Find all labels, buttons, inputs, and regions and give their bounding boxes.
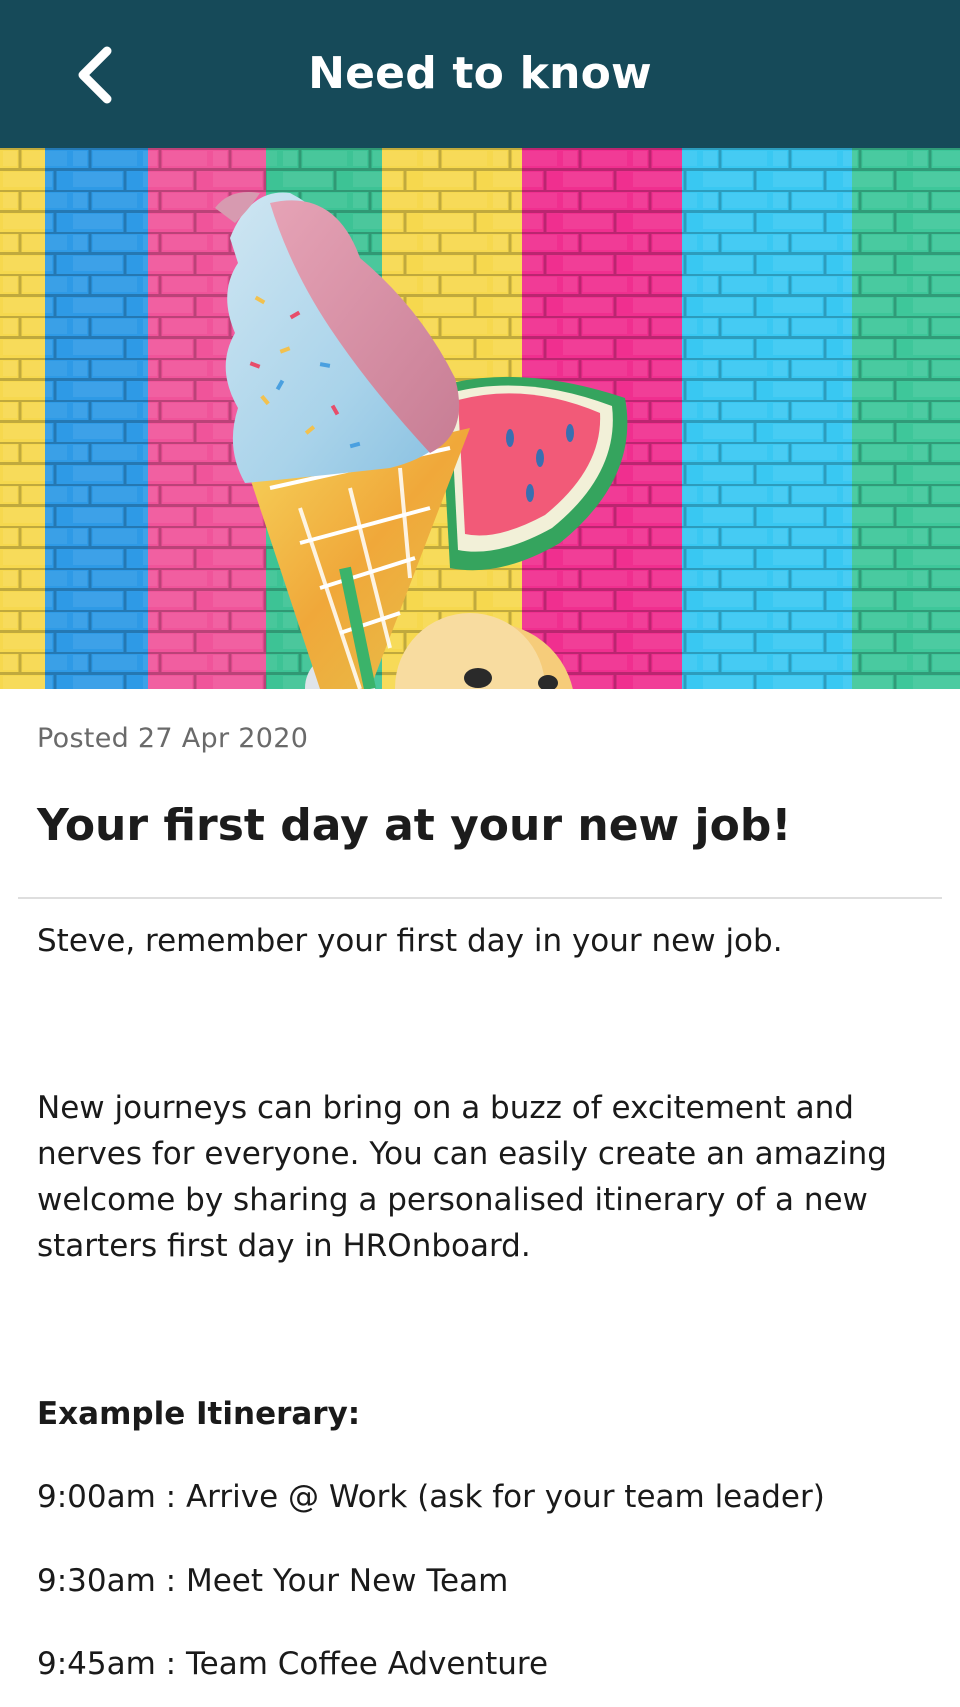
itinerary-item: 9:00am : Arrive @ Work (ask for your tea… xyxy=(37,1479,825,1515)
article-title: Your first day at your new job! xyxy=(37,800,792,851)
article-paragraph: Steve, remember your first day in your n… xyxy=(37,923,783,959)
itinerary-item: 9:30am : Meet Your New Team xyxy=(37,1563,509,1599)
hero-image xyxy=(0,148,960,689)
page-title: Need to know xyxy=(308,48,652,99)
article-paragraph: New journeys can bring on a buzz of exci… xyxy=(37,1090,887,1264)
itinerary-item: 9:45am : Team Coffee Adventure xyxy=(37,1646,549,1682)
app-screen: Need to know Posted 27 Apr 2020 Your fir… xyxy=(0,0,960,1707)
title-divider xyxy=(18,897,942,899)
posted-date: Posted 27 Apr 2020 xyxy=(37,723,309,754)
top-bar: Need to know xyxy=(0,0,960,148)
itinerary-heading: Example Itinerary: xyxy=(37,1396,361,1432)
